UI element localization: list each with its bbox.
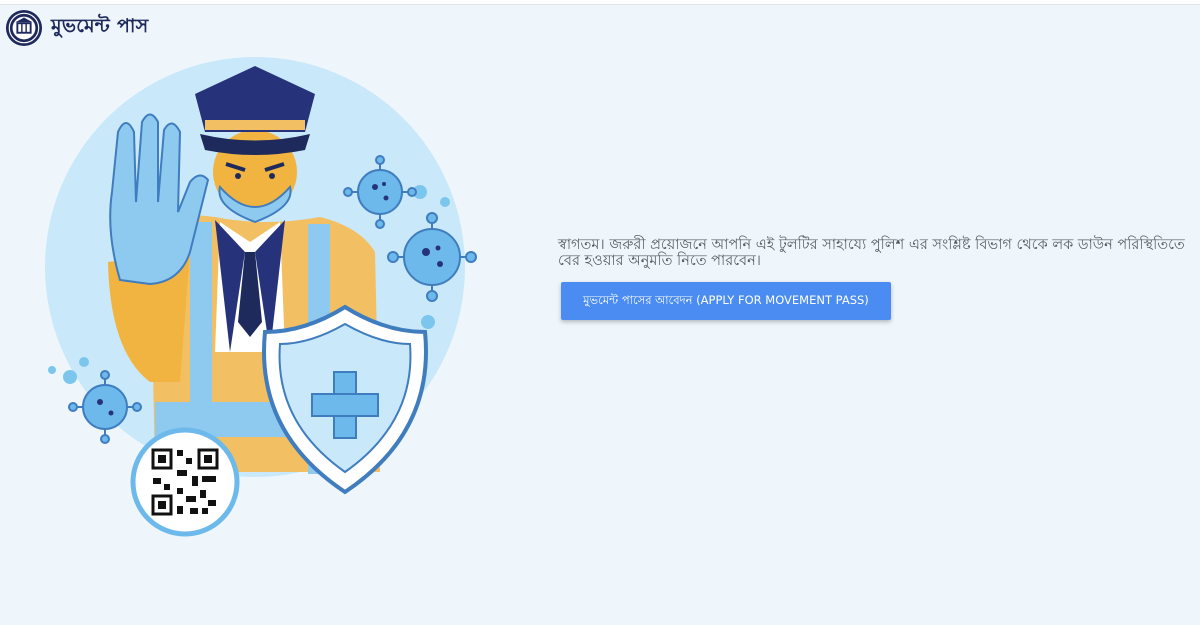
- app-title: মুভমেন্ট পাস: [51, 15, 149, 37]
- police-officer-illustration: [45, 57, 477, 537]
- header-brand[interactable]: মুভমেন্ট পাস: [5, 9, 149, 47]
- top-border: [0, 0, 1200, 5]
- qr-code-icon: [130, 427, 240, 537]
- welcome-text: স্বাগতম। জরুরী প্রয়োজনে আপনি এই টুলটির …: [558, 237, 1185, 269]
- apply-movement-pass-button[interactable]: মুভমেন্ট পাসের আবেদন (APPLY FOR MOVEMENT…: [561, 282, 891, 320]
- police-emblem-icon: [5, 9, 43, 47]
